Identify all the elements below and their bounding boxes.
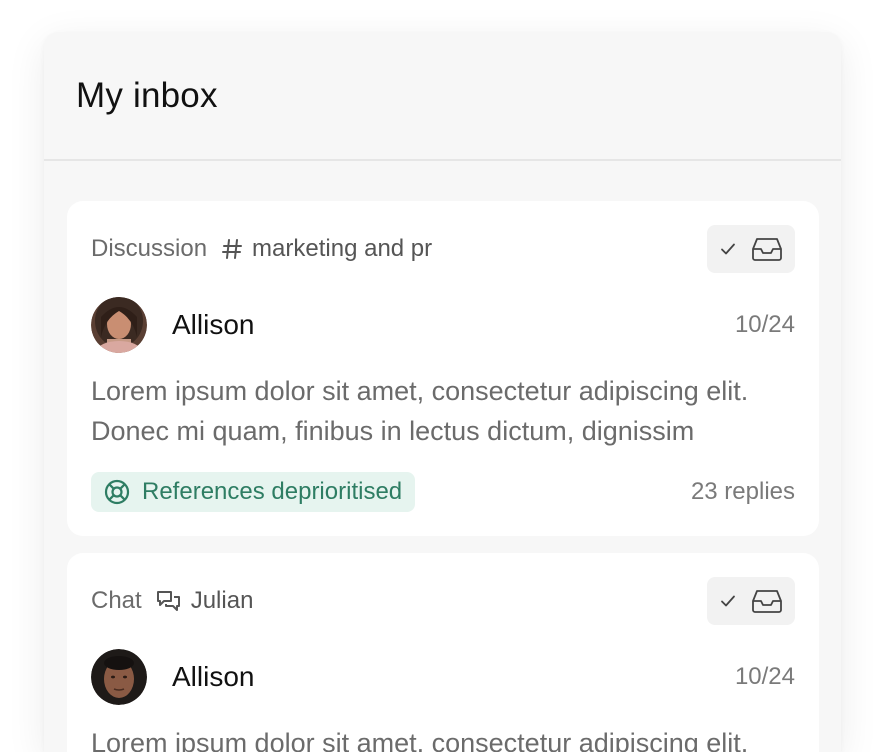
check-icon[interactable]: [719, 240, 737, 258]
inbox-list: Discussion marketing and pr Allison 10/2…: [44, 161, 841, 752]
inbox-panel: My inbox Discussion marketing and pr All…: [44, 32, 841, 752]
item-date: 10/24: [734, 311, 795, 338]
item-footer: References deprioritised 23 replies: [91, 472, 795, 512]
archive-inbox-icon[interactable]: [751, 588, 783, 614]
inbox-item[interactable]: Discussion marketing and pr Allison 10/2…: [67, 201, 819, 536]
inbox-header: My inbox: [44, 32, 841, 161]
check-icon[interactable]: [719, 592, 737, 610]
item-context: Discussion marketing and pr: [91, 235, 432, 263]
reply-count[interactable]: 23 replies: [691, 478, 795, 506]
inbox-item[interactable]: Chat Julian Allison 10/24 Lorem ipsum do…: [67, 553, 819, 752]
item-actions: [707, 577, 795, 625]
author: Allison: [91, 649, 254, 705]
status-badge-label: References deprioritised: [142, 478, 403, 505]
item-header: Chat Julian: [91, 577, 795, 625]
context-type: Chat: [91, 587, 142, 614]
hash-icon: [221, 238, 243, 260]
status-badge[interactable]: References deprioritised: [91, 472, 416, 512]
context-channel-name[interactable]: marketing and pr: [252, 235, 432, 263]
item-context: Chat Julian: [91, 587, 253, 615]
author-name[interactable]: Allison: [172, 309, 254, 341]
avatar[interactable]: [91, 649, 147, 705]
context-type: Discussion: [91, 235, 208, 262]
item-date: 10/24: [734, 663, 795, 690]
author: Allison: [91, 297, 254, 353]
author-row: Allison 10/24: [91, 649, 795, 705]
archive-inbox-icon[interactable]: [751, 236, 783, 262]
context-person-name[interactable]: Julian: [191, 587, 254, 615]
page-title: My inbox: [76, 75, 218, 115]
item-preview-text: Lorem ipsum dolor sit amet, consectetur …: [91, 728, 749, 752]
item-preview-text: Lorem ipsum dolor sit amet, consectetur …: [91, 376, 749, 446]
chat-bubbles-icon: [156, 589, 182, 613]
author-row: Allison 10/24: [91, 297, 795, 353]
author-name[interactable]: Allison: [172, 661, 254, 693]
item-actions: [707, 225, 795, 273]
avatar[interactable]: [91, 297, 147, 353]
lifebuoy-icon: [104, 479, 130, 505]
item-header: Discussion marketing and pr: [91, 225, 795, 273]
